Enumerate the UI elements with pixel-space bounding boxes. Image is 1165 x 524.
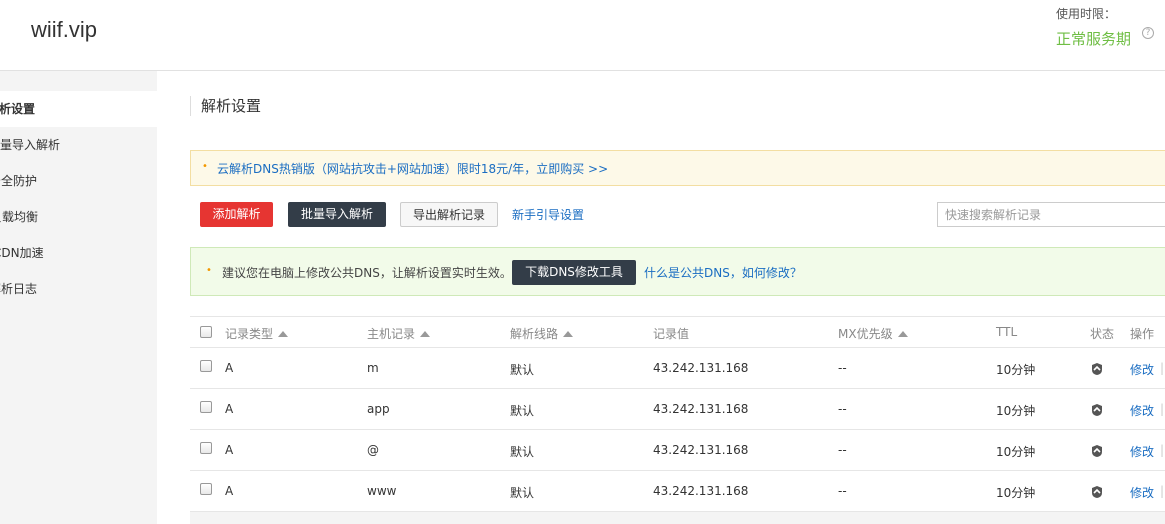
status-pause-icon[interactable] xyxy=(1090,485,1104,499)
sidebar-item-batch-import[interactable]: 批量导入解析 xyxy=(0,127,157,163)
cell-type: A xyxy=(225,484,234,498)
cell-host: @ xyxy=(367,443,379,457)
cell-host: app xyxy=(367,402,390,416)
row-checkbox[interactable] xyxy=(200,401,212,413)
help-icon[interactable]: ? xyxy=(1142,27,1154,39)
header-status: 状态 xyxy=(1090,327,1115,341)
cell-host: m xyxy=(367,361,379,375)
sidebar-item-dns-settings[interactable]: 解析设置 xyxy=(0,91,157,127)
cell-line: 默认 xyxy=(510,486,535,500)
action-separator: | xyxy=(1160,443,1165,457)
status-pause-icon[interactable] xyxy=(1090,403,1104,417)
cell-line: 默认 xyxy=(510,445,535,459)
sidebar-item-label: 解析日志 xyxy=(0,282,38,296)
table-row: A www 默认 43.242.131.168 -- 10分钟 修改 | xyxy=(190,471,1165,512)
cell-type: A xyxy=(225,402,234,416)
row-checkbox[interactable] xyxy=(200,442,212,454)
cell-ttl: 10分钟 xyxy=(996,404,1036,418)
sort-icon xyxy=(278,331,289,337)
header-line[interactable]: 解析线路 xyxy=(510,325,574,342)
cell-mx: -- xyxy=(838,443,847,457)
sort-icon xyxy=(563,331,574,337)
guide-settings-link[interactable]: 新手引导设置 xyxy=(512,206,584,223)
sidebar-item-cdn[interactable]: CDN加速 xyxy=(0,235,157,271)
cell-value: 43.242.131.168 xyxy=(653,484,749,498)
page-title: 解析设置 xyxy=(190,96,261,116)
table-row: A app 默认 43.242.131.168 -- 10分钟 修改 | xyxy=(190,389,1165,430)
cell-mx: -- xyxy=(838,402,847,416)
header-record-type[interactable]: 记录类型 xyxy=(225,325,289,342)
sidebar-item-load-balance[interactable]: 负载均衡 xyxy=(0,199,157,235)
export-records-button[interactable]: 导出解析记录 xyxy=(400,202,498,227)
promo-banner: • 云解析DNS热销版（网站抗攻击+网站加速）限时18元/年，立即购买 >> xyxy=(190,150,1165,186)
cell-ttl: 10分钟 xyxy=(996,486,1036,500)
header-host[interactable]: 主机记录 xyxy=(367,325,431,342)
header-mx[interactable]: MX优先级 xyxy=(838,325,908,342)
cell-ttl: 10分钟 xyxy=(996,445,1036,459)
table-row: A @ 默认 43.242.131.168 -- 10分钟 修改 | xyxy=(190,430,1165,471)
select-all-checkbox[interactable] xyxy=(200,326,212,338)
sidebar-item-security[interactable]: 安全防护 xyxy=(0,163,157,199)
cell-mx: -- xyxy=(838,484,847,498)
sidebar-item-label: 批量导入解析 xyxy=(0,138,61,152)
edit-link[interactable]: 修改 xyxy=(1130,402,1154,419)
cell-type: A xyxy=(225,361,234,375)
usage-status: 正常服务期 xyxy=(1056,30,1132,48)
edit-link[interactable]: 修改 xyxy=(1130,361,1154,378)
sidebar: 解析设置 批量导入解析 安全防护 负载均衡 CDN加速 解析日志 xyxy=(0,71,157,524)
cell-host: www xyxy=(367,484,397,498)
sidebar-item-label: CDN加速 xyxy=(0,246,44,260)
cell-ttl: 10分钟 xyxy=(996,363,1036,377)
cell-value: 43.242.131.168 xyxy=(653,402,749,416)
cell-value: 43.242.131.168 xyxy=(653,443,749,457)
cell-type: A xyxy=(225,443,234,457)
edit-link[interactable]: 修改 xyxy=(1130,484,1154,501)
promo-link[interactable]: 云解析DNS热销版（网站抗攻击+网站加速）限时18元/年，立即购买 >> xyxy=(217,160,608,177)
status-pause-icon[interactable] xyxy=(1090,362,1104,376)
cell-value: 43.242.131.168 xyxy=(653,361,749,375)
cell-line: 默认 xyxy=(510,404,535,418)
cell-line: 默认 xyxy=(510,363,535,377)
add-record-button[interactable]: 添加解析 xyxy=(200,202,273,227)
sort-icon xyxy=(420,331,431,337)
cell-mx: -- xyxy=(838,361,847,375)
sidebar-item-label: 安全防护 xyxy=(0,174,38,188)
sort-icon xyxy=(897,331,908,337)
action-separator: | xyxy=(1160,361,1165,375)
header-value: 记录值 xyxy=(653,327,690,341)
row-checkbox[interactable] xyxy=(200,483,212,495)
sidebar-item-logs[interactable]: 解析日志 xyxy=(0,271,157,307)
action-separator: | xyxy=(1160,402,1165,416)
table-row: A m 默认 43.242.131.168 -- 10分钟 修改 | xyxy=(190,348,1165,389)
sidebar-item-label: 解析设置 xyxy=(0,102,36,116)
table-footer xyxy=(190,512,1165,524)
dns-tip-banner: • 建议您在电脑上修改公共DNS，让解析设置实时生效。 下载DNS修改工具 什么… xyxy=(190,247,1165,296)
public-dns-help-link[interactable]: 什么是公共DNS，如何修改？ xyxy=(644,264,802,281)
bullet-icon: • xyxy=(202,161,208,172)
row-checkbox[interactable] xyxy=(200,360,212,372)
search-input[interactable] xyxy=(937,202,1165,227)
bullet-icon: • xyxy=(206,265,212,276)
edit-link[interactable]: 修改 xyxy=(1130,443,1154,460)
header-actions: 操作 xyxy=(1130,327,1155,341)
batch-import-button[interactable]: 批量导入解析 xyxy=(288,202,386,227)
sidebar-item-label: 负载均衡 xyxy=(0,210,39,224)
top-header: wiif.vip 使用时限： 正常服务期 ? xyxy=(0,0,1165,71)
header-ttl: TTL xyxy=(996,325,1018,339)
usage-label: 使用时限： xyxy=(1056,7,1117,21)
download-dns-tool-button[interactable]: 下载DNS修改工具 xyxy=(512,260,636,285)
action-separator: | xyxy=(1160,484,1165,498)
site-title: wiif.vip xyxy=(31,17,98,42)
tip-text: 建议您在电脑上修改公共DNS，让解析设置实时生效。 xyxy=(222,266,512,280)
table-header: 记录类型 主机记录 解析线路 记录值 MX优先级 TTL 状态 操作 xyxy=(190,316,1165,348)
status-pause-icon[interactable] xyxy=(1090,444,1104,458)
